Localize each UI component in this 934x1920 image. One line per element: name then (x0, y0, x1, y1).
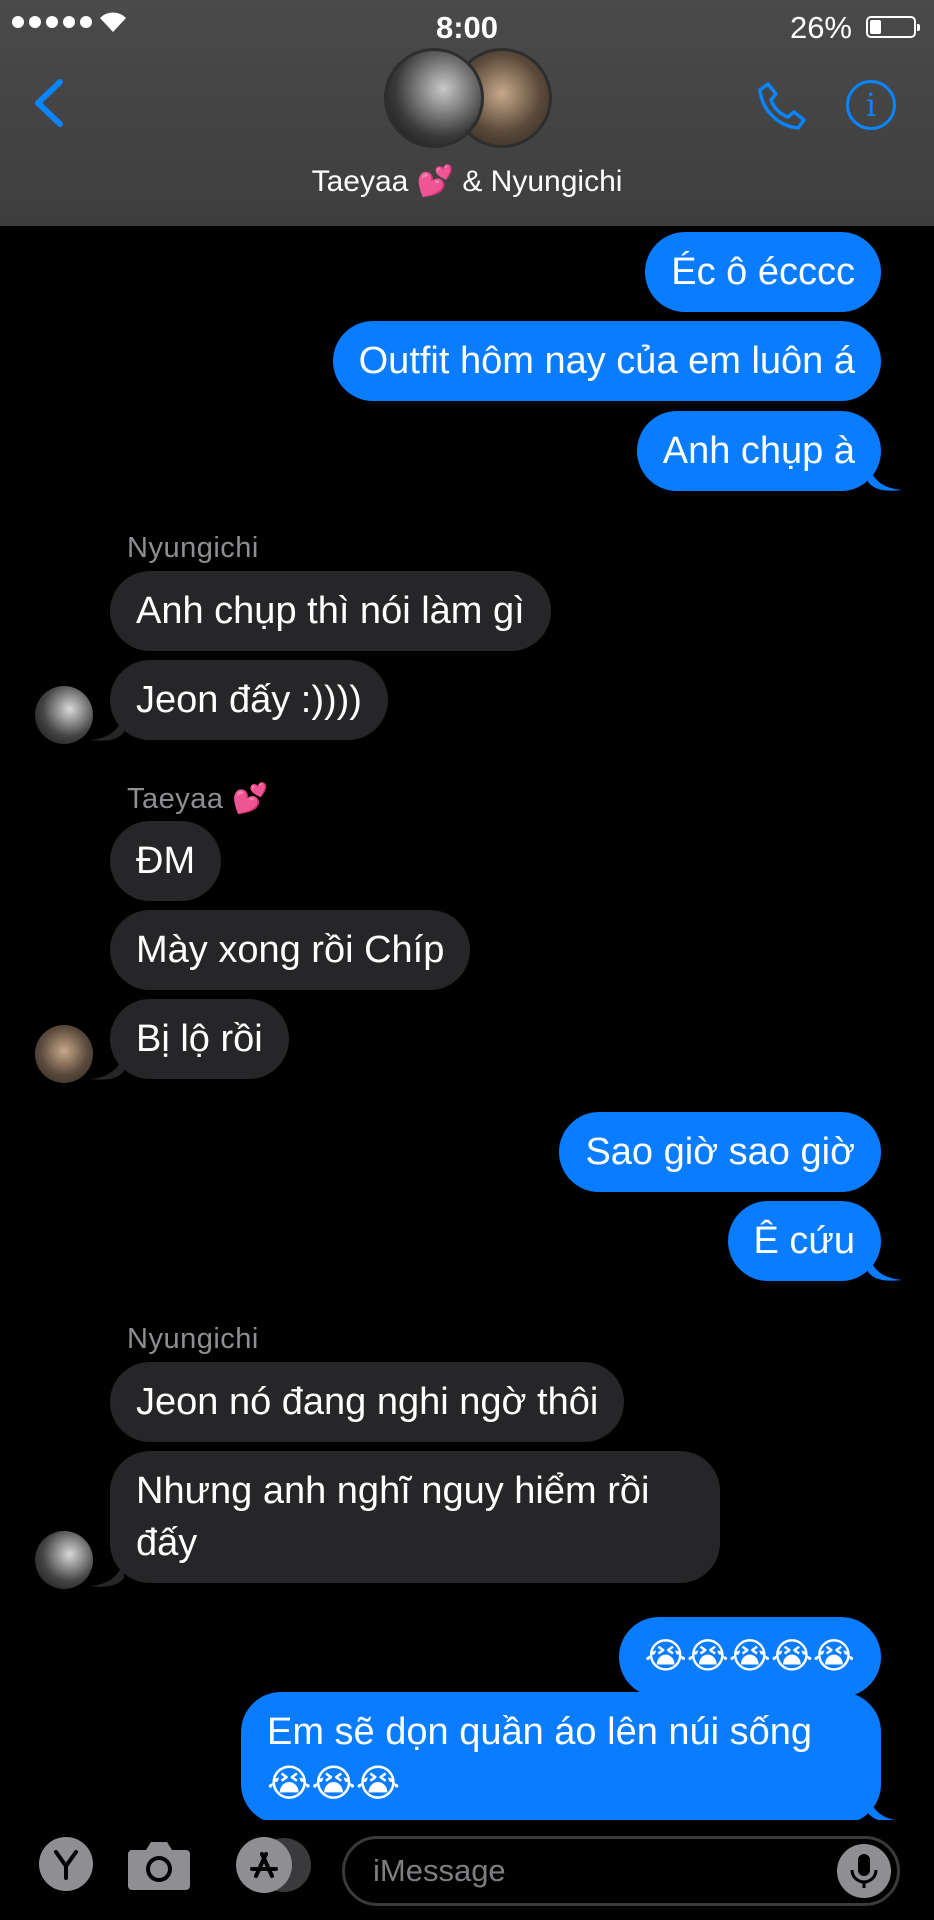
message-bubble-incoming[interactable]: ĐM (110, 821, 222, 901)
sender-name: Nyungichi (127, 532, 259, 564)
message-bubble-incoming[interactable]: Anh chụp thì nói làm gì (110, 571, 551, 651)
message-bubble-outgoing[interactable]: Anh chụp à (636, 411, 881, 491)
sender-name: Taeyaa 💕 (127, 783, 269, 815)
message-bubble-outgoing[interactable]: Ê cứu (727, 1201, 881, 1281)
group-avatars[interactable] (384, 48, 552, 148)
message-bubble-incoming[interactable]: Jeon nó đang nghi ngờ thôi (110, 1362, 625, 1442)
phone-icon[interactable] (756, 80, 808, 132)
status-bar: 8:00 26% (0, 6, 934, 46)
message-bubble-outgoing[interactable]: Em sẽ dọn quần áo lên núi sống 😭😭😭 (241, 1692, 881, 1824)
bubble-tail (90, 1558, 124, 1587)
input-bar: iMessage (0, 1820, 934, 1920)
bubble-tail (868, 1252, 902, 1281)
battery-percent: 26% (789, 10, 852, 45)
sender-name: Nyungichi (127, 1323, 259, 1355)
conversation-header: 8:00 26% Taeyaa 💕 & Nyungichi i (0, 0, 934, 226)
message-bubble-incoming[interactable]: Mày xong rồi Chíp (110, 910, 471, 990)
imessage-placeholder: iMessage (373, 1853, 506, 1888)
bubble-tail (90, 712, 124, 741)
message-bubble-outgoing[interactable]: 😭😭😭😭😭 (618, 1617, 881, 1697)
app-icon-y[interactable] (38, 1836, 94, 1892)
message-bubble-outgoing[interactable]: Sao giờ sao giờ (559, 1112, 881, 1192)
battery-icon (866, 16, 920, 38)
app-store-icon[interactable] (232, 1836, 312, 1894)
conversation-title[interactable]: Taeyaa 💕 & Nyungichi (0, 164, 934, 199)
bubble-tail (90, 1051, 124, 1080)
message-bubble-incoming[interactable]: Bị lộ rồi (110, 999, 289, 1079)
avatar[interactable] (35, 1025, 93, 1083)
imessage-input[interactable]: iMessage (342, 1836, 900, 1906)
avatar-taeyaa (384, 48, 484, 148)
mic-icon[interactable] (837, 1844, 891, 1898)
message-bubble-incoming[interactable]: Nhưng anh nghĩ nguy hiểm rồi đấy (110, 1451, 720, 1583)
bubble-tail (868, 1793, 902, 1822)
back-chevron-icon[interactable] (30, 78, 66, 128)
message-bubble-outgoing[interactable]: Outfit hôm nay của em luôn á (332, 321, 881, 401)
avatar[interactable] (35, 686, 93, 744)
message-bubble-outgoing[interactable]: Éc ô écccc (645, 232, 881, 312)
bubble-tail (868, 462, 902, 491)
camera-icon[interactable] (126, 1836, 192, 1892)
avatar[interactable] (35, 1531, 93, 1589)
info-icon[interactable]: i (846, 80, 896, 130)
message-bubble-incoming[interactable]: Jeon đấy :)))) (110, 660, 388, 740)
